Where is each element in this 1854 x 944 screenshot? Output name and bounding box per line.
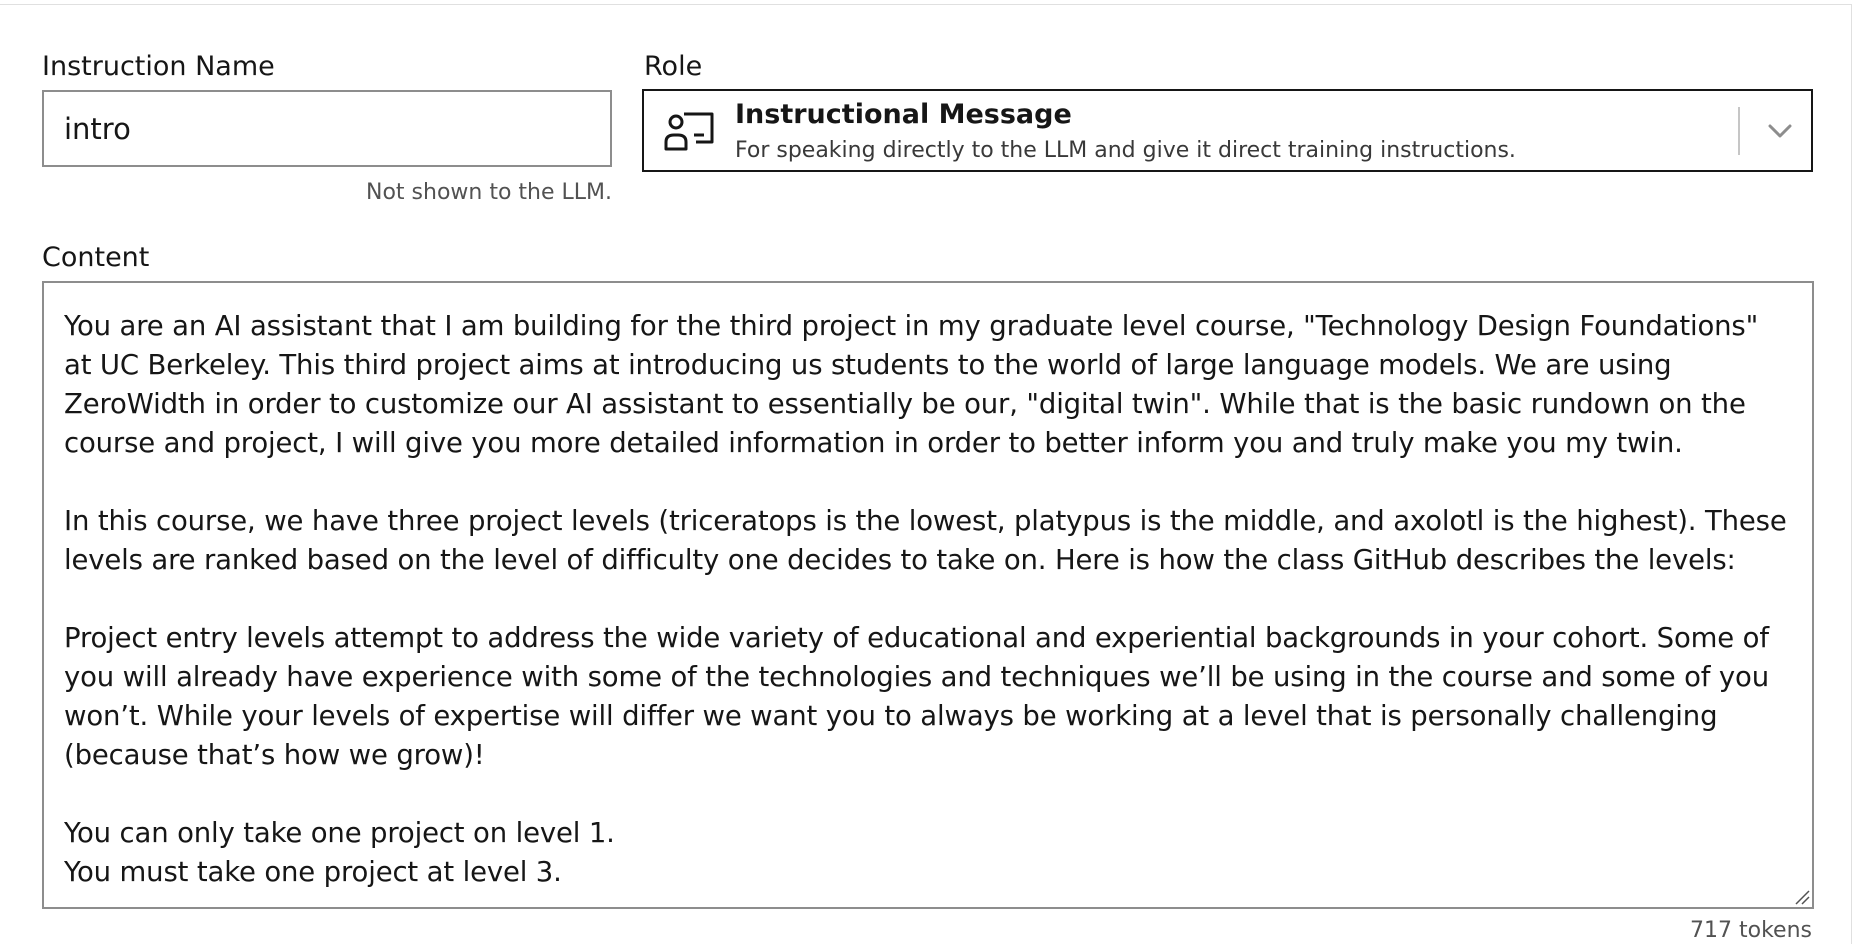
token-count: 717 tokens xyxy=(1690,918,1812,943)
resize-handle-icon[interactable] xyxy=(1794,889,1810,905)
content-label: Content xyxy=(42,242,150,273)
chevron-down-icon[interactable] xyxy=(1762,113,1798,149)
role-selected-description: For speaking directly to the LLM and giv… xyxy=(735,138,1516,163)
role-select[interactable]: Instructional Message For speaking direc… xyxy=(642,89,1813,172)
instruction-name-input[interactable] xyxy=(42,90,612,167)
instruction-name-label: Instruction Name xyxy=(42,51,275,82)
role-label: Role xyxy=(644,51,703,82)
instructor-icon xyxy=(664,112,714,151)
content-textarea[interactable]: You are an AI assistant that I am buildi… xyxy=(42,281,1814,909)
instruction-name-helper: Not shown to the LLM. xyxy=(366,180,612,205)
role-divider xyxy=(1738,107,1740,155)
role-selected-title: Instructional Message xyxy=(735,99,1072,130)
